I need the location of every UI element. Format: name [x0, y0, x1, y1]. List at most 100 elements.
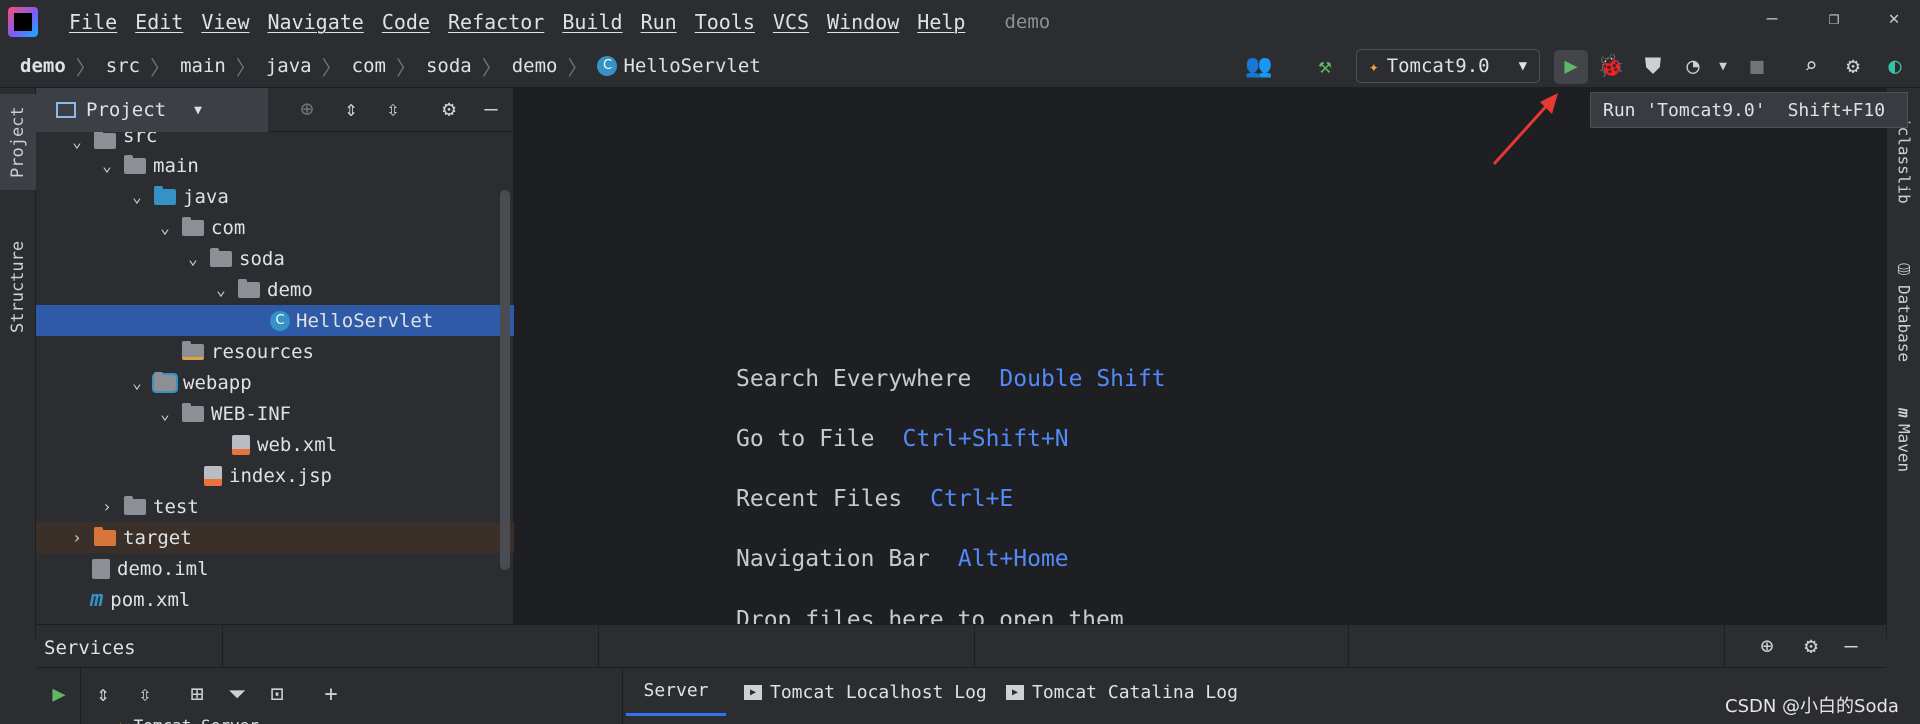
expand-all-icon[interactable]: ⇕ [336, 95, 366, 125]
tree-row[interactable]: index.jsp [36, 460, 514, 491]
search-icon[interactable]: ⌕ [1796, 52, 1826, 82]
service-tree-item[interactable]: ✦ Tomcat Server [116, 716, 259, 724]
breadcrumb-item[interactable]: main [180, 55, 226, 77]
panel-settings-gear-icon[interactable]: ⚙ [434, 95, 464, 125]
tab-server[interactable]: Server [626, 668, 726, 716]
tab-tomcat-catalina-log[interactable]: ▶ Tomcat Catalina Log [1006, 668, 1238, 716]
menu-window[interactable]: Window [818, 10, 908, 34]
tree-row[interactable]: ⌄ main [36, 150, 514, 181]
tree-row[interactable]: ⌄ soda [36, 243, 514, 274]
tooltip-text: Run 'Tomcat9.0' [1603, 99, 1766, 121]
new-tab-icon[interactable]: ⊡ [262, 680, 292, 710]
tree-row[interactable]: ⌄ src [36, 132, 514, 150]
breadcrumb-item[interactable]: demo [20, 55, 66, 77]
expand-all-icon[interactable]: ⇕ [88, 680, 118, 710]
menu-edit[interactable]: Edit [126, 10, 192, 34]
hint-shortcut: Ctrl+Shift+N [902, 426, 1069, 452]
breadcrumb-item[interactable]: com [352, 55, 386, 77]
tree-row[interactable]: ⌄ com [36, 212, 514, 243]
tree-row[interactable]: resources [36, 336, 514, 367]
locate-icon[interactable]: ⊕ [1752, 632, 1782, 662]
menu-vcs[interactable]: VCS [764, 10, 818, 34]
tree-label: main [153, 154, 199, 177]
coverage-icon[interactable]: ⛊ [1638, 52, 1668, 82]
menu-refactor[interactable]: Refactor [439, 10, 553, 34]
menu-view[interactable]: View [192, 10, 258, 34]
resources-folder-icon [182, 340, 204, 360]
editor-empty-area[interactable]: Search Everywhere Double Shift Go to File… [514, 88, 1886, 624]
hint-action: Navigation Bar [736, 546, 930, 572]
breadcrumb-item[interactable]: demo [512, 55, 558, 77]
tree-row-selected[interactable]: C HelloServlet [36, 305, 514, 336]
services-settings-gear-icon[interactable]: ⚙ [1796, 632, 1826, 662]
menu-tools[interactable]: Tools [686, 10, 764, 34]
run-button[interactable]: ▶ [1554, 50, 1588, 84]
debug-icon[interactable]: 🐞 [1596, 52, 1626, 82]
jclasslib-tab-label: jclasslib [1894, 116, 1914, 204]
hide-panel-icon[interactable]: — [476, 95, 506, 125]
maven-tool-tab[interactable]: m Maven [1887, 390, 1920, 490]
tree-row[interactable]: › test [36, 491, 514, 522]
tree-row[interactable]: ⌄ demo [36, 274, 514, 305]
locate-file-icon[interactable]: ⊕ [292, 95, 322, 125]
database-tool-tab[interactable]: ⛁ Database [1887, 254, 1920, 368]
breadcrumb-item[interactable]: soda [426, 55, 472, 77]
user-add-icon[interactable]: 👥 [1244, 52, 1274, 82]
run-config-selector[interactable]: ✦ Tomcat9.0 ▼ [1356, 49, 1540, 83]
menu-navigate[interactable]: Navigate [259, 10, 373, 34]
breadcrumb: demo 〉 src 〉 main 〉 java 〉 com 〉 soda 〉 … [20, 44, 761, 88]
hint-action: Go to File [736, 426, 875, 452]
tab-tomcat-localhost-log[interactable]: ▶ Tomcat Localhost Log [744, 668, 987, 716]
menu-build[interactable]: Build [553, 10, 631, 34]
profiler-icon[interactable]: ◔ [1678, 52, 1708, 82]
collapse-all-icon[interactable]: ⇳ [130, 680, 160, 710]
more-actions-chevron-icon[interactable]: ▼ [1708, 52, 1738, 82]
tomcat-icon: ✦ [116, 716, 126, 724]
project-view-selector[interactable]: Project ▼ [36, 88, 268, 132]
project-tool-tab[interactable]: Project [0, 94, 36, 190]
breadcrumb-item[interactable]: src [106, 55, 140, 77]
structure-tool-tab[interactable]: Structure [0, 228, 36, 346]
minimize-icon[interactable]: — [1758, 8, 1786, 34]
menu-run[interactable]: Run [632, 10, 686, 34]
chevron-down-icon: ⌄ [132, 373, 142, 392]
build-hammer-icon[interactable]: ⚒ [1310, 52, 1340, 82]
project-tab-label: Project [8, 106, 28, 178]
tree-row[interactable]: ⌄ webapp [36, 367, 514, 398]
chevron-down-icon: ⌄ [102, 156, 112, 175]
services-run-icon[interactable]: ▶ [44, 680, 74, 710]
stop-icon[interactable]: ■ [1742, 52, 1772, 82]
tree-label: demo [267, 278, 313, 301]
settings-gear-icon[interactable]: ⚙ [1838, 52, 1868, 82]
close-icon[interactable]: ✕ [1880, 8, 1908, 34]
header-divider [974, 625, 975, 669]
header-divider [1348, 625, 1349, 669]
menu-help[interactable]: Help [908, 10, 974, 34]
tree-row[interactable]: demo.iml [36, 553, 514, 584]
tree-row-excluded[interactable]: › target [36, 522, 514, 553]
collapse-all-icon[interactable]: ⇳ [378, 95, 408, 125]
plugin-logo-icon[interactable]: ◐ [1880, 52, 1910, 82]
filter-icon[interactable]: ⏷ [222, 680, 252, 710]
maven-icon: m [90, 587, 104, 612]
tree-row[interactable]: web.xml [36, 429, 514, 460]
tree-label: HelloServlet [296, 309, 434, 332]
hide-services-icon[interactable]: — [1836, 632, 1866, 662]
tree-row[interactable]: m pom.xml [36, 584, 514, 615]
add-service-icon[interactable]: + [316, 680, 346, 710]
group-by-icon[interactable]: ⊞ [182, 680, 212, 710]
tree-scrollbar[interactable] [500, 190, 510, 570]
restore-icon[interactable]: ❐ [1820, 8, 1848, 34]
chevron-down-icon: ⌄ [72, 132, 82, 150]
breadcrumb-item[interactable]: java [266, 55, 312, 77]
tree-row[interactable]: ⌄ java [36, 181, 514, 212]
menu-file[interactable]: File [60, 10, 126, 34]
chevron-right-icon: 〉 [395, 55, 416, 80]
iml-file-icon [92, 558, 110, 579]
breadcrumb-file[interactable]: HelloServlet [623, 55, 760, 77]
tree-row[interactable]: ⌄ WEB-INF [36, 398, 514, 429]
menu-code[interactable]: Code [373, 10, 439, 34]
hint-shortcut: Alt+Home [957, 546, 1069, 572]
tomcat-icon: ✦ [1369, 56, 1379, 76]
tree-label: index.jsp [229, 464, 332, 487]
